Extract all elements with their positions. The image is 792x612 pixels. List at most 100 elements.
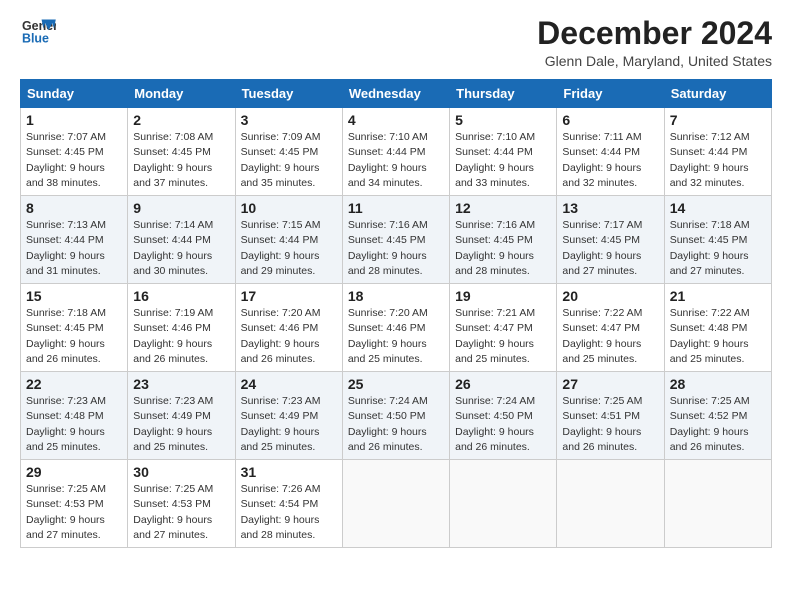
calendar-table: SundayMondayTuesdayWednesdayThursdayFrid… (20, 79, 772, 548)
day-info: Sunrise: 7:17 AMSunset: 4:45 PMDaylight:… (562, 218, 658, 279)
day-number: 18 (348, 288, 444, 304)
day-info: Sunrise: 7:21 AMSunset: 4:47 PMDaylight:… (455, 306, 551, 367)
day-number: 17 (241, 288, 337, 304)
day-number: 4 (348, 112, 444, 128)
day-number: 21 (670, 288, 766, 304)
day-number: 12 (455, 200, 551, 216)
day-number: 22 (26, 376, 122, 392)
day-number: 13 (562, 200, 658, 216)
calendar-week-row: 1 Sunrise: 7:07 AMSunset: 4:45 PMDaylight… (21, 108, 772, 196)
calendar-cell: 17 Sunrise: 7:20 AMSunset: 4:46 PMDayligh… (235, 284, 342, 372)
calendar-cell: 28Sunrise: 7:25 AMSunset: 4:52 PMDayligh… (664, 372, 771, 460)
day-number: 16 (133, 288, 229, 304)
svg-text:Blue: Blue (22, 32, 49, 46)
calendar-cell: 3 Sunrise: 7:09 AMSunset: 4:45 PMDaylight… (235, 108, 342, 196)
calendar-cell (342, 460, 449, 548)
calendar-cell: 2Sunrise: 7:08 AMSunset: 4:45 PMDaylight… (128, 108, 235, 196)
day-info: Sunrise: 7:13 AMSunset: 4:44 PMDaylight:… (26, 218, 122, 279)
location-title: Glenn Dale, Maryland, United States (537, 53, 772, 69)
day-info: Sunrise: 7:22 AMSunset: 4:48 PMDaylight:… (670, 306, 766, 367)
day-number: 31 (241, 464, 337, 480)
calendar-cell: 15 Sunrise: 7:18 AMSunset: 4:45 PMDayligh… (21, 284, 128, 372)
calendar-cell: 31 Sunrise: 7:26 AMSunset: 4:54 PMDayligh… (235, 460, 342, 548)
weekday-header-tuesday: Tuesday (235, 80, 342, 108)
calendar-cell: 19 Sunrise: 7:21 AMSunset: 4:47 PMDayligh… (450, 284, 557, 372)
calendar-cell (450, 460, 557, 548)
logo-icon: General Blue (20, 16, 56, 48)
calendar-cell: 16 Sunrise: 7:19 AMSunset: 4:46 PMDayligh… (128, 284, 235, 372)
day-info: Sunrise: 7:18 AMSunset: 4:45 PMDaylight:… (670, 218, 766, 279)
day-info: Sunrise: 7:18 AMSunset: 4:45 PMDaylight:… (26, 306, 122, 367)
day-number: 3 (241, 112, 337, 128)
calendar-week-row: 22 Sunrise: 7:23 AMSunset: 4:48 PMDayligh… (21, 372, 772, 460)
day-info: Sunrise: 7:24 AMSunset: 4:50 PMDaylight:… (455, 394, 551, 455)
calendar-cell: 25 Sunrise: 7:24 AMSunset: 4:50 PMDayligh… (342, 372, 449, 460)
calendar-cell: 29 Sunrise: 7:25 AMSunset: 4:53 PMDayligh… (21, 460, 128, 548)
day-number: 15 (26, 288, 122, 304)
month-title: December 2024 (537, 16, 772, 51)
day-info: Sunrise: 7:25 AMSunset: 4:53 PMDaylight:… (133, 482, 229, 543)
day-info: Sunrise: 7:14 AMSunset: 4:44 PMDaylight:… (133, 218, 229, 279)
calendar-cell: 11 Sunrise: 7:16 AMSunset: 4:45 PMDayligh… (342, 196, 449, 284)
calendar-cell: 12 Sunrise: 7:16 AMSunset: 4:45 PMDayligh… (450, 196, 557, 284)
day-number: 1 (26, 112, 122, 128)
day-info: Sunrise: 7:26 AMSunset: 4:54 PMDaylight:… (241, 482, 337, 543)
day-number: 25 (348, 376, 444, 392)
day-info: Sunrise: 7:16 AMSunset: 4:45 PMDaylight:… (348, 218, 444, 279)
calendar-cell: 13 Sunrise: 7:17 AMSunset: 4:45 PMDayligh… (557, 196, 664, 284)
day-info: Sunrise: 7:24 AMSunset: 4:50 PMDaylight:… (348, 394, 444, 455)
day-info: Sunrise: 7:23 AMSunset: 4:49 PMDaylight:… (133, 394, 229, 455)
calendar-cell: 7Sunrise: 7:12 AMSunset: 4:44 PMDaylight… (664, 108, 771, 196)
day-number: 19 (455, 288, 551, 304)
day-info: Sunrise: 7:23 AMSunset: 4:48 PMDaylight:… (26, 394, 122, 455)
calendar-cell (557, 460, 664, 548)
page-header: General Blue December 2024 Glenn Dale, M… (20, 16, 772, 69)
day-number: 24 (241, 376, 337, 392)
day-number: 14 (670, 200, 766, 216)
calendar-cell: 24 Sunrise: 7:23 AMSunset: 4:49 PMDayligh… (235, 372, 342, 460)
calendar-cell: 5Sunrise: 7:10 AMSunset: 4:44 PMDaylight… (450, 108, 557, 196)
day-info: Sunrise: 7:07 AMSunset: 4:45 PMDaylight:… (26, 130, 122, 191)
day-info: Sunrise: 7:23 AMSunset: 4:49 PMDaylight:… (241, 394, 337, 455)
day-info: Sunrise: 7:09 AMSunset: 4:45 PMDaylight:… (241, 130, 337, 191)
day-info: Sunrise: 7:22 AMSunset: 4:47 PMDaylight:… (562, 306, 658, 367)
day-number: 8 (26, 200, 122, 216)
day-number: 27 (562, 376, 658, 392)
day-info: Sunrise: 7:12 AMSunset: 4:44 PMDaylight:… (670, 130, 766, 191)
title-block: December 2024 Glenn Dale, Maryland, Unit… (537, 16, 772, 69)
day-number: 26 (455, 376, 551, 392)
day-info: Sunrise: 7:20 AMSunset: 4:46 PMDaylight:… (241, 306, 337, 367)
weekday-header-saturday: Saturday (664, 80, 771, 108)
calendar-cell: 27 Sunrise: 7:25 AMSunset: 4:51 PMDayligh… (557, 372, 664, 460)
day-number: 6 (562, 112, 658, 128)
day-info: Sunrise: 7:25 AMSunset: 4:51 PMDaylight:… (562, 394, 658, 455)
day-number: 5 (455, 112, 551, 128)
day-number: 23 (133, 376, 229, 392)
weekday-header-friday: Friday (557, 80, 664, 108)
day-info: Sunrise: 7:25 AMSunset: 4:53 PMDaylight:… (26, 482, 122, 543)
day-number: 30 (133, 464, 229, 480)
weekday-header-sunday: Sunday (21, 80, 128, 108)
calendar-week-row: 15 Sunrise: 7:18 AMSunset: 4:45 PMDayligh… (21, 284, 772, 372)
day-number: 11 (348, 200, 444, 216)
calendar-cell: 8 Sunrise: 7:13 AMSunset: 4:44 PMDaylight… (21, 196, 128, 284)
calendar-cell: 18Sunrise: 7:20 AMSunset: 4:46 PMDayligh… (342, 284, 449, 372)
calendar-cell: 9Sunrise: 7:14 AMSunset: 4:44 PMDaylight… (128, 196, 235, 284)
calendar-cell (664, 460, 771, 548)
day-number: 29 (26, 464, 122, 480)
calendar-week-row: 29 Sunrise: 7:25 AMSunset: 4:53 PMDayligh… (21, 460, 772, 548)
calendar-cell: 20 Sunrise: 7:22 AMSunset: 4:47 PMDayligh… (557, 284, 664, 372)
day-info: Sunrise: 7:19 AMSunset: 4:46 PMDaylight:… (133, 306, 229, 367)
calendar-cell: 4Sunrise: 7:10 AMSunset: 4:44 PMDaylight… (342, 108, 449, 196)
calendar-week-row: 8 Sunrise: 7:13 AMSunset: 4:44 PMDaylight… (21, 196, 772, 284)
calendar-cell: 26 Sunrise: 7:24 AMSunset: 4:50 PMDayligh… (450, 372, 557, 460)
day-number: 2 (133, 112, 229, 128)
day-info: Sunrise: 7:25 AMSunset: 4:52 PMDaylight:… (670, 394, 766, 455)
weekday-header-monday: Monday (128, 80, 235, 108)
day-info: Sunrise: 7:16 AMSunset: 4:45 PMDaylight:… (455, 218, 551, 279)
weekday-header-row: SundayMondayTuesdayWednesdayThursdayFrid… (21, 80, 772, 108)
day-number: 20 (562, 288, 658, 304)
calendar-cell: 21 Sunrise: 7:22 AMSunset: 4:48 PMDayligh… (664, 284, 771, 372)
calendar-cell: 22 Sunrise: 7:23 AMSunset: 4:48 PMDayligh… (21, 372, 128, 460)
calendar-cell: 1 Sunrise: 7:07 AMSunset: 4:45 PMDaylight… (21, 108, 128, 196)
